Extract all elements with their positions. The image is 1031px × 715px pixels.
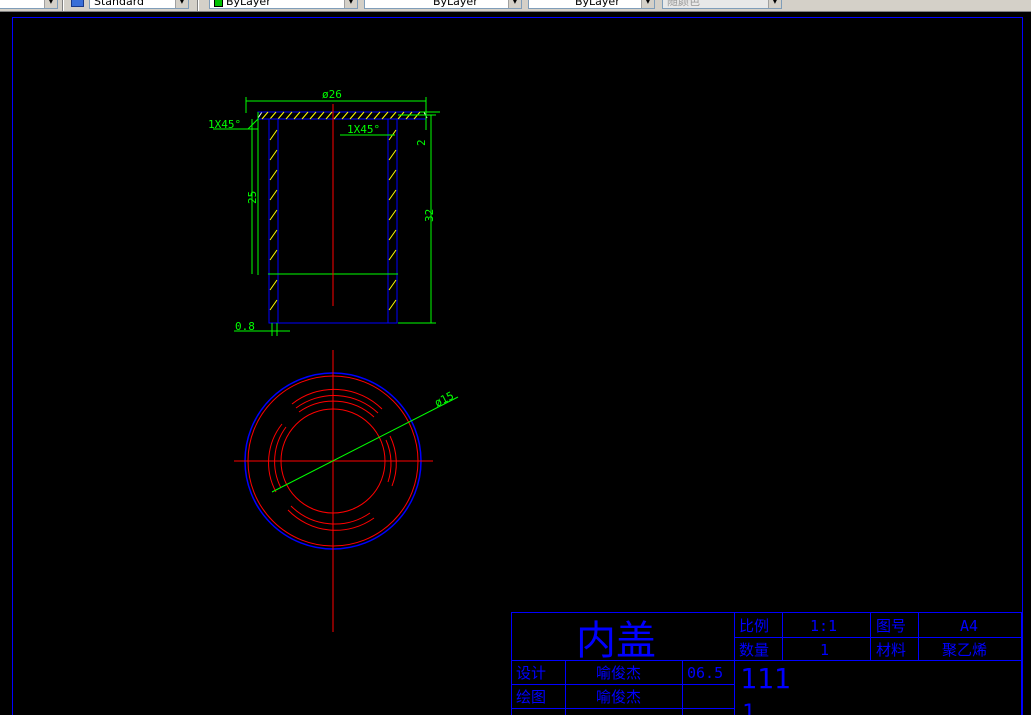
chevron-down-icon: ▼ <box>344 0 357 8</box>
linetype-dropdown[interactable]: ByLayer ▼ <box>364 0 522 9</box>
top-view: ø15 <box>234 350 459 632</box>
text-style-dropdown[interactable]: Standard ▼ <box>89 0 189 9</box>
title-block: 内盖 比例 1:1 图号 A4 数量 1 材料 聚乙烯 设计 喻俊杰 06.5 … <box>511 612 1022 715</box>
drawing-no-label: 图号 <box>876 617 906 635</box>
dim-chamfer-left: 1X45° <box>208 118 241 131</box>
dim-chamfer-right: 1X45° <box>347 123 380 136</box>
lineweight-value: ByLayer <box>575 0 620 8</box>
scale-label: 比例 <box>739 617 769 635</box>
design-date: 06.5 <box>687 664 723 682</box>
toolbar-separator <box>62 0 64 11</box>
linetype-value: ByLayer <box>433 0 478 8</box>
dimensions <box>213 97 440 336</box>
part-name: 内盖 <box>576 618 656 664</box>
dim-inner-diameter: ø15 <box>432 389 456 410</box>
text-style-icon <box>71 0 84 7</box>
color-dropdown[interactable]: ByLayer ▼ <box>209 0 358 9</box>
qty-label: 数量 <box>739 641 769 659</box>
dim-outer-diameter: ø26 <box>322 88 342 101</box>
qty-value: 1 <box>820 641 829 659</box>
drawing-border <box>12 17 1023 715</box>
dim-total-height: 32 <box>423 209 436 222</box>
draw-label: 绘图 <box>516 688 546 706</box>
plot-style-dropdown[interactable]: 随颜色 ▼ <box>662 0 782 9</box>
color-swatch <box>214 0 223 7</box>
chevron-down-icon: ▼ <box>175 0 188 8</box>
plot-style-value: 随颜色 <box>667 0 700 8</box>
design-name: 喻俊杰 <box>596 664 641 682</box>
chevron-down-icon: ▼ <box>508 0 521 8</box>
draw-name: 喻俊杰 <box>596 688 641 706</box>
chevron-down-icon: ▼ <box>768 0 781 8</box>
toolbar-separator <box>197 0 199 11</box>
material-label: 材料 <box>876 641 906 659</box>
drawing-no-value: A4 <box>960 617 978 635</box>
section-view <box>257 104 428 324</box>
design-label: 设计 <box>516 664 546 682</box>
dim-wall-thickness: 0.8 <box>235 320 255 333</box>
chevron-down-icon: ▼ <box>641 0 654 8</box>
dim-inner-depth: 25 <box>246 191 259 204</box>
text-style-value: Standard <box>94 0 145 8</box>
code-main: 111 <box>740 662 791 695</box>
code-sub: 1 <box>742 701 755 715</box>
material-value: 聚乙烯 <box>942 641 987 659</box>
chevron-down-icon: ▼ <box>44 0 57 8</box>
lineweight-dropdown[interactable]: ByLayer ▼ <box>528 0 655 9</box>
scale-value: 1:1 <box>810 617 837 635</box>
dimension-style-dropdown[interactable]: ▼ <box>0 0 58 9</box>
drawing-canvas[interactable]: ø26 1X45° 1X45° 2 25 32 0.8 ø15 内盖 比例 1:… <box>0 12 1031 715</box>
color-value: ByLayer <box>226 0 271 8</box>
properties-toolbar: ▼ Standard ▼ ByLayer ▼ ByLayer ▼ ByLayer… <box>0 0 1031 12</box>
dim-top-thickness: 2 <box>415 139 428 146</box>
